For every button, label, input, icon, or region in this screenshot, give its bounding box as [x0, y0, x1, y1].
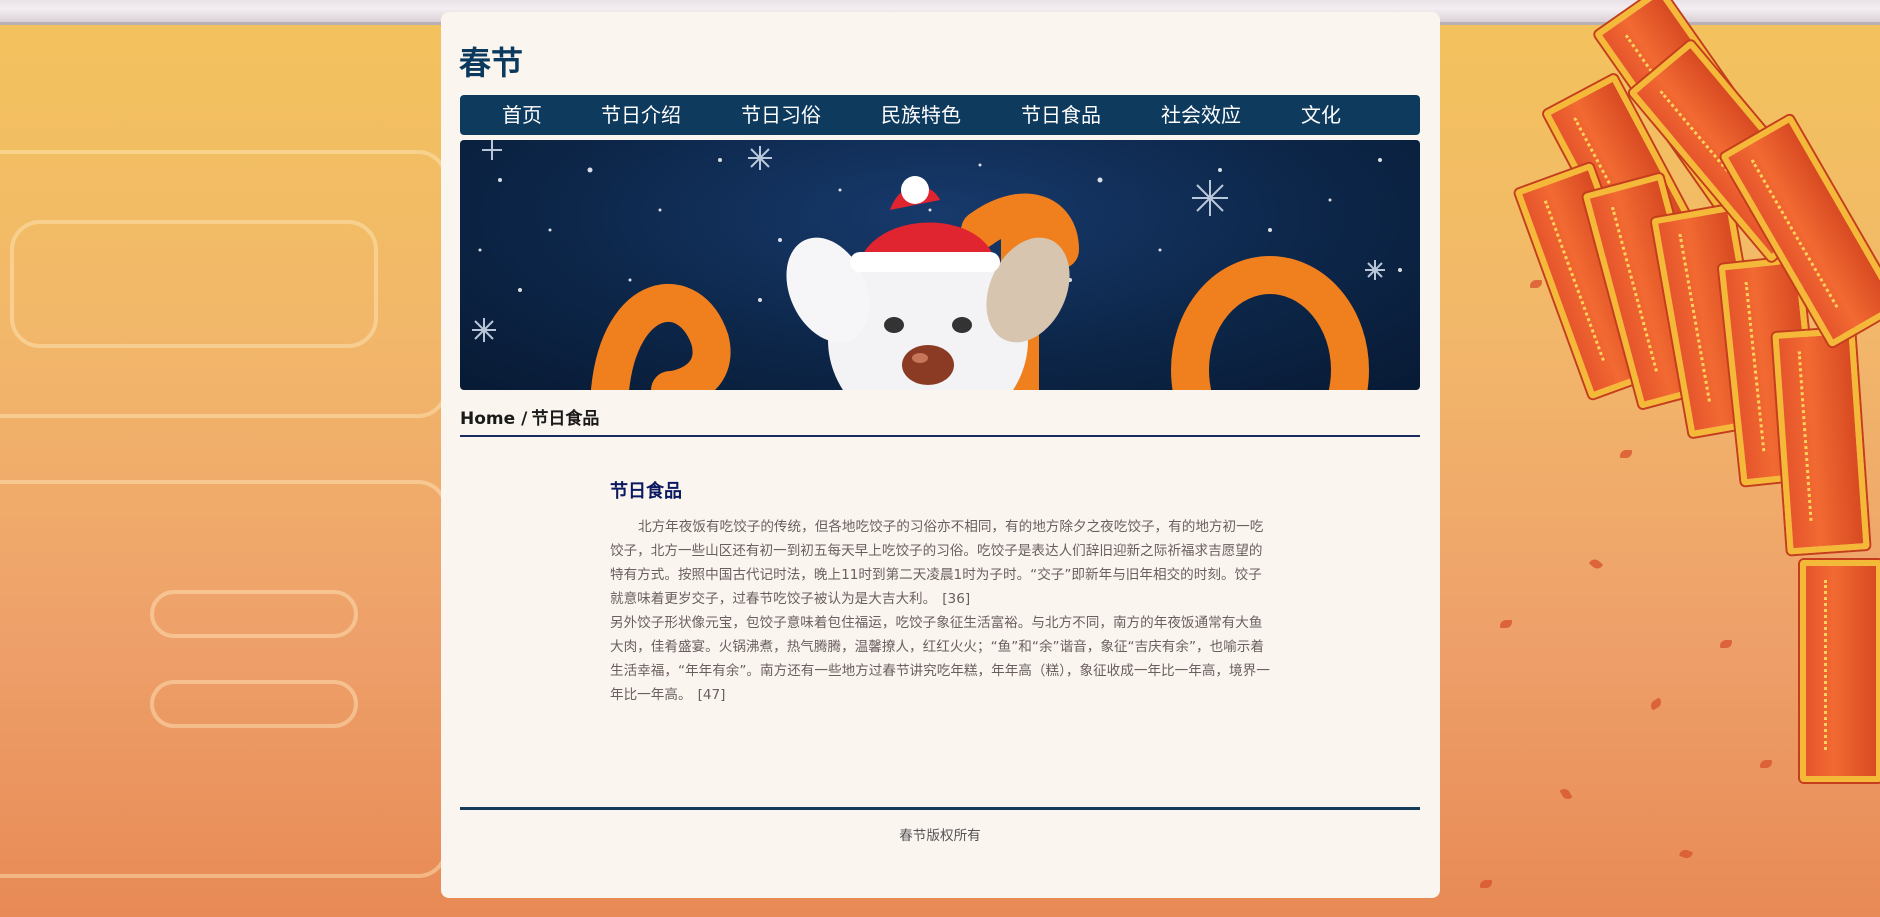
breadcrumb-home[interactable]: Home — [460, 409, 515, 429]
divider-top — [460, 435, 1420, 437]
nav-item-festival-food[interactable]: 节日食品 — [1021, 95, 1101, 135]
divider-bottom — [460, 807, 1420, 810]
main-nav: 首页 节日介绍 节日习俗 民族特色 节日食品 社会效应 文化 — [460, 95, 1420, 135]
nav-item-customs[interactable]: 节日习俗 — [741, 95, 821, 135]
nav-item-culture[interactable]: 文化 — [1301, 95, 1341, 135]
page-container: 春节 首页 节日介绍 节日习俗 民族特色 节日食品 社会效应 文化 Home /… — [441, 12, 1440, 898]
red-envelopes-decoration — [1440, 0, 1880, 917]
reference-47[interactable]: [47] — [698, 687, 726, 703]
breadcrumb: Home / 节日食品 — [460, 404, 599, 429]
article-heading: 节日食品 — [610, 481, 682, 502]
article-paragraph-1: 北方年夜饭有吃饺子的传统，但各地吃饺子的习俗亦不相同，有的地方除夕之夜吃饺子，有… — [610, 515, 1272, 611]
banner-image — [460, 140, 1420, 390]
site-title: 春节 — [459, 44, 524, 82]
article-content: 节日食品 北方年夜饭有吃饺子的传统，但各地吃饺子的习俗亦不相同，有的地方除夕之夜… — [610, 477, 1272, 707]
article-paragraph-2: 另外饺子形状像元宝，包饺子意味着包住福运，吃饺子象征生活富裕。与北方不同，南方的… — [610, 611, 1272, 707]
paragraph-1-text: 北方年夜饭有吃饺子的传统，但各地吃饺子的习俗亦不相同，有的地方除夕之夜吃饺子，有… — [610, 519, 1264, 607]
nav-item-festival-intro[interactable]: 节日介绍 — [601, 95, 681, 135]
breadcrumb-current: 节日食品 — [531, 409, 600, 429]
breadcrumb-separator: / — [521, 409, 528, 429]
reference-36[interactable]: [36] — [942, 591, 970, 607]
nav-item-home[interactable]: 首页 — [502, 95, 542, 135]
footer-copyright: 春节版权所有 — [899, 828, 981, 844]
nav-item-social-effect[interactable]: 社会效应 — [1161, 95, 1241, 135]
nav-item-ethnic-features[interactable]: 民族特色 — [881, 95, 961, 135]
background-decoration-left — [0, 90, 448, 878]
